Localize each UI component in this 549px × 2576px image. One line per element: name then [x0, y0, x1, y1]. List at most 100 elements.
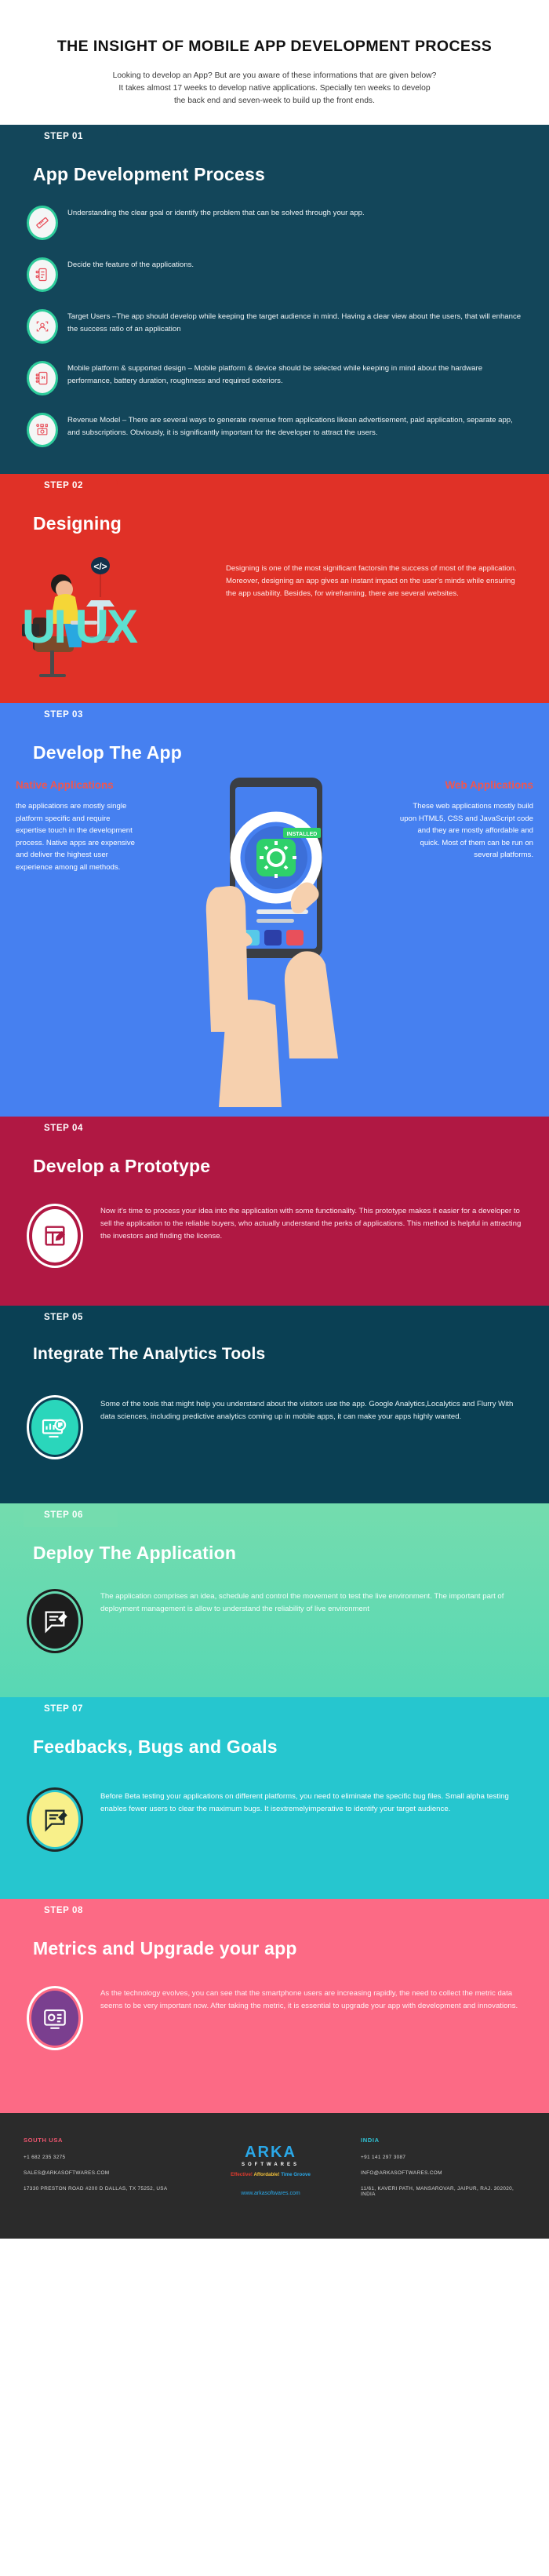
logo-tagline-1: Effective!: [231, 2172, 253, 2178]
section-step-04: STEP 04 Develop a Prototype Now it’s tim…: [0, 1117, 549, 1306]
step-title-04: Develop a Prototype: [33, 1156, 211, 1177]
native-applications-body: the applications are mostly single platf…: [16, 802, 135, 872]
tab-row-step-05: STEP 05: [0, 1306, 549, 1330]
step-tab-02: STEP 02: [24, 474, 118, 498]
footer-india-column: INDIA +91 141 297 3087 INFO@ARKASOFTWARE…: [353, 2137, 525, 2207]
mobile-platform-icon: [27, 361, 58, 396]
footer-usa-address: 17330 PRESTON ROAD #200 D DALLAS, TX 752…: [24, 2186, 168, 2192]
list-item: Target Users –The app should develop whi…: [27, 309, 522, 344]
footer-india-email[interactable]: INFO@ARKASOFTWARES.COM: [361, 2170, 525, 2176]
tab-row-step-06: STEP 06: [0, 1503, 549, 1528]
list-item: Mobile platform & supported design – Mob…: [27, 361, 522, 396]
hand-holding-phone-illustration: INSTALLED: [205, 778, 338, 1108]
revenue-model-icon: [27, 413, 58, 448]
section-step-02: STEP 02 Designing </> UI UX Designing is…: [0, 474, 549, 704]
page-header: THE INSIGHT OF MOBILE APP DEVELOPMENT PR…: [0, 0, 549, 126]
step-tab-03: STEP 03: [24, 703, 118, 727]
section-step-07: STEP 07 Feedbacks, Bugs and Goals Before…: [0, 1697, 549, 1900]
arka-logo[interactable]: ARKA SOFTWARES Effective! Affordable! Ti…: [231, 2144, 311, 2177]
step-tab-07: STEP 07: [24, 1697, 118, 1722]
step-04-content: Now it’s time to process your idea into …: [0, 1177, 549, 1306]
list-item: Revenue Model – There are several ways t…: [27, 413, 522, 448]
tab-row-step-03: STEP 03: [0, 703, 549, 727]
intro-line-3: the back end and seven-week to build up …: [174, 97, 375, 106]
step-title-02: Designing: [33, 513, 122, 534]
page-footer: SOUTH USA +1 682 235 3275 SALES@ARKASOFT…: [0, 2113, 549, 2239]
step-04-body: Now it’s time to process your idea into …: [100, 1207, 522, 1241]
footer-usa-email[interactable]: SALES@ARKASOFTWARES.COM: [24, 2170, 188, 2176]
step-06-content: The application comprises an idea, sched…: [0, 1564, 549, 1697]
step-08-content: As the technology evolves, you can see t…: [0, 1959, 549, 2113]
step-tab-05: STEP 05: [24, 1306, 118, 1330]
logo-tagline: Effective! Affordable! Time Groove: [231, 2172, 311, 2177]
list-item-text: Mobile platform & supported design – Mob…: [67, 364, 483, 385]
section-step-03: STEP 03 Develop The App Native Applicati…: [0, 703, 549, 1117]
section-step-06: STEP 06 Deploy The Application The appli…: [0, 1503, 549, 1698]
ruler-pencil-icon: [27, 206, 58, 241]
web-applications-body: These web applications mostly build upon…: [399, 802, 533, 860]
step-title-08: Metrics and Upgrade your app: [33, 1938, 297, 1959]
web-applications-column: Web Applications These web applications …: [396, 779, 533, 862]
tab-row-step-04: STEP 04: [0, 1117, 549, 1141]
step-07-body: Before Beta testing your applications on…: [100, 1792, 509, 1814]
step-title-03: Develop The App: [33, 742, 182, 763]
mobile-feature-icon: [27, 257, 58, 293]
tab-row-step-07: STEP 07: [0, 1697, 549, 1722]
web-applications-heading: Web Applications: [445, 779, 533, 792]
logo-subtitle: SOFTWARES: [241, 2162, 300, 2168]
step-01-item-list: Understanding the clear goal or identify…: [0, 185, 549, 474]
footer-india-heading: INDIA: [361, 2137, 380, 2144]
list-item: Decide the feature of the applications.: [27, 257, 522, 293]
list-item-text: Revenue Model – There are several ways t…: [67, 416, 513, 437]
step-03-content: Native Applications the applications are…: [0, 763, 549, 1117]
step-title-01: App Development Process: [33, 164, 266, 185]
feedback-edit-icon: [27, 1787, 83, 1853]
logo-name: ARKA: [245, 2144, 296, 2162]
native-applications-column: Native Applications the applications are…: [16, 779, 141, 873]
step-title-07: Feedbacks, Bugs and Goals: [33, 1736, 278, 1758]
list-item: Understanding the clear goal or identify…: [27, 206, 522, 241]
prototype-blueprint-icon: [27, 1204, 83, 1269]
target-user-icon: [27, 309, 58, 344]
footer-usa-heading: SOUTH USA: [24, 2137, 64, 2144]
section-step-08: STEP 08 Metrics and Upgrade your app As …: [0, 1899, 549, 2114]
step-05-content: Some of the tools that might help you un…: [0, 1364, 549, 1503]
step-02-content: </> UI UX Designing is one of the most s…: [0, 534, 549, 703]
svg-text:</>: </>: [93, 561, 107, 572]
section-step-05: STEP 05 Integrate The Analytics Tools So…: [0, 1306, 549, 1504]
tab-row-step-01: STEP 01: [0, 125, 549, 149]
list-item-text: Target Users –The app should develop whi…: [67, 312, 522, 333]
footer-website-link[interactable]: www.arkasoftwares.com: [188, 2191, 353, 2196]
step-tab-04: STEP 04: [24, 1117, 118, 1141]
page-title: THE INSIGHT OF MOBILE APP DEVELOPMENT PR…: [56, 38, 493, 55]
step-title-06: Deploy The Application: [33, 1543, 237, 1564]
tab-row-step-02: STEP 02: [0, 474, 549, 498]
step-08-body: As the technology evolves, you can see t…: [100, 1989, 518, 2011]
section-step-01: STEP 01 App Development Process Understa…: [0, 125, 549, 475]
footer-usa-phone[interactable]: +1 682 235 3275: [24, 2155, 188, 2160]
intro-line-1: Looking to develop an App? But are you a…: [112, 71, 437, 81]
step-tab-08: STEP 08: [24, 1899, 118, 1923]
footer-india-address: 11/61, KAVERI PATH, MANSAROVAR, JAIPUR, …: [361, 2186, 514, 2198]
infographic-page: THE INSIGHT OF MOBILE APP DEVELOPMENT PR…: [0, 0, 549, 2239]
intro-line-2: It takes almost 17 weeks to develop nati…: [118, 84, 431, 93]
footer-india-phone[interactable]: +91 141 297 3087: [361, 2155, 525, 2160]
metrics-icon: [27, 1986, 83, 2051]
installed-badge-label: INSTALLED: [287, 832, 318, 837]
step-title-05: Integrate The Analytics Tools: [33, 1345, 266, 1364]
list-item-text: Decide the feature of the applications.: [67, 261, 195, 270]
step-tab-01: STEP 01: [24, 125, 118, 149]
logo-tagline-2: Affordable!: [253, 2172, 280, 2178]
intro-paragraph: Looking to develop an App? But are you a…: [24, 70, 525, 107]
footer-logo-column: ARKA SOFTWARES Effective! Affordable! Ti…: [188, 2137, 353, 2207]
tab-row-step-08: STEP 08: [0, 1899, 549, 1923]
deploy-edit-icon: [27, 1589, 83, 1654]
logo-tagline-3: Time Groove: [281, 2172, 311, 2178]
analytics-gear-icon: [27, 1395, 83, 1460]
footer-usa-column: SOUTH USA +1 682 235 3275 SALES@ARKASOFT…: [24, 2137, 188, 2207]
step-tab-06: STEP 06: [24, 1503, 118, 1528]
native-applications-heading: Native Applications: [16, 779, 114, 792]
list-item-text: Understanding the clear goal or identify…: [67, 209, 365, 218]
ui-ux-wordmark: UI UX: [22, 600, 138, 654]
step-07-content: Before Beta testing your applications on…: [0, 1758, 549, 1899]
